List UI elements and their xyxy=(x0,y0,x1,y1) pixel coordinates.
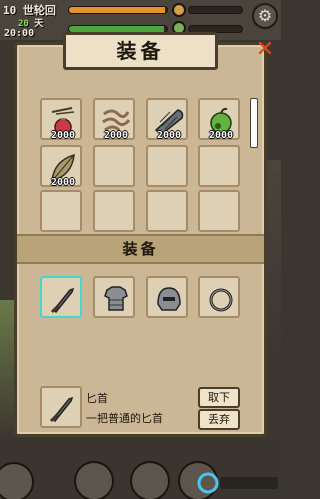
inventory-slot-fruit[interactable]: 2000 xyxy=(198,98,240,141)
watermark-logo-icon xyxy=(197,472,278,494)
equip-slot-armor[interactable] xyxy=(93,276,135,318)
inventory-slot-worm[interactable]: 2000 xyxy=(93,98,135,141)
right-decoration xyxy=(267,160,281,360)
armor-icon xyxy=(104,286,128,311)
item-count: 2000 xyxy=(50,177,76,188)
dagger-icon xyxy=(50,287,75,314)
selected-item-description: 一把普通的匕首 xyxy=(86,412,163,425)
item-count: 2000 xyxy=(156,130,182,141)
days-unit: 天 xyxy=(34,19,44,29)
hunger-icon xyxy=(172,3,186,17)
equip-slot-helmet[interactable] xyxy=(146,276,188,318)
item-count: 2000 xyxy=(50,130,76,141)
left-decoration xyxy=(0,300,14,440)
item-count: 2000 xyxy=(208,130,234,141)
inventory-slot-empty[interactable] xyxy=(198,145,240,187)
inventory-slot-berry[interactable]: 2000 xyxy=(40,98,82,141)
ring-icon xyxy=(209,288,233,312)
building-icon[interactable] xyxy=(130,461,170,499)
helmet-icon xyxy=(157,287,181,311)
inventory-slot-empty[interactable] xyxy=(146,145,188,187)
equip-slot-ring[interactable] xyxy=(198,276,240,318)
dagger-icon xyxy=(49,396,74,423)
inventory-slot-fish[interactable]: 2000 xyxy=(146,98,188,141)
panel-title: 装备 xyxy=(63,32,218,70)
inventory-slot-empty[interactable] xyxy=(146,190,188,232)
hunger-bar-fill xyxy=(69,7,166,13)
inventory-scrollbar[interactable] xyxy=(250,98,258,148)
time-label: 20:00 xyxy=(4,28,35,39)
close-icon[interactable]: ✕ xyxy=(252,39,278,62)
equip-slot-weapon[interactable] xyxy=(40,276,82,318)
settings-gear-icon[interactable]: ⚙ xyxy=(252,3,278,29)
item-count: 2000 xyxy=(103,130,129,141)
inventory-slot-empty[interactable] xyxy=(93,190,135,232)
crafting-icon[interactable] xyxy=(74,461,114,499)
equipment-section-title: 装备 xyxy=(17,234,264,264)
selected-item-icon xyxy=(40,386,82,428)
watermark-logo xyxy=(196,468,280,498)
right-bar-top xyxy=(188,6,243,14)
inventory-slot-leaf[interactable]: 2000 xyxy=(40,145,82,188)
take-off-button[interactable]: 取下 xyxy=(198,387,240,408)
inventory-slot-empty[interactable] xyxy=(40,190,82,232)
inventory-slot-empty[interactable] xyxy=(198,190,240,232)
inventory-slot-empty[interactable] xyxy=(93,145,135,187)
hunger-bar xyxy=(68,6,168,14)
discard-button[interactable]: 丢弃 xyxy=(198,409,240,430)
selected-item-name: 匕首 xyxy=(86,392,108,405)
